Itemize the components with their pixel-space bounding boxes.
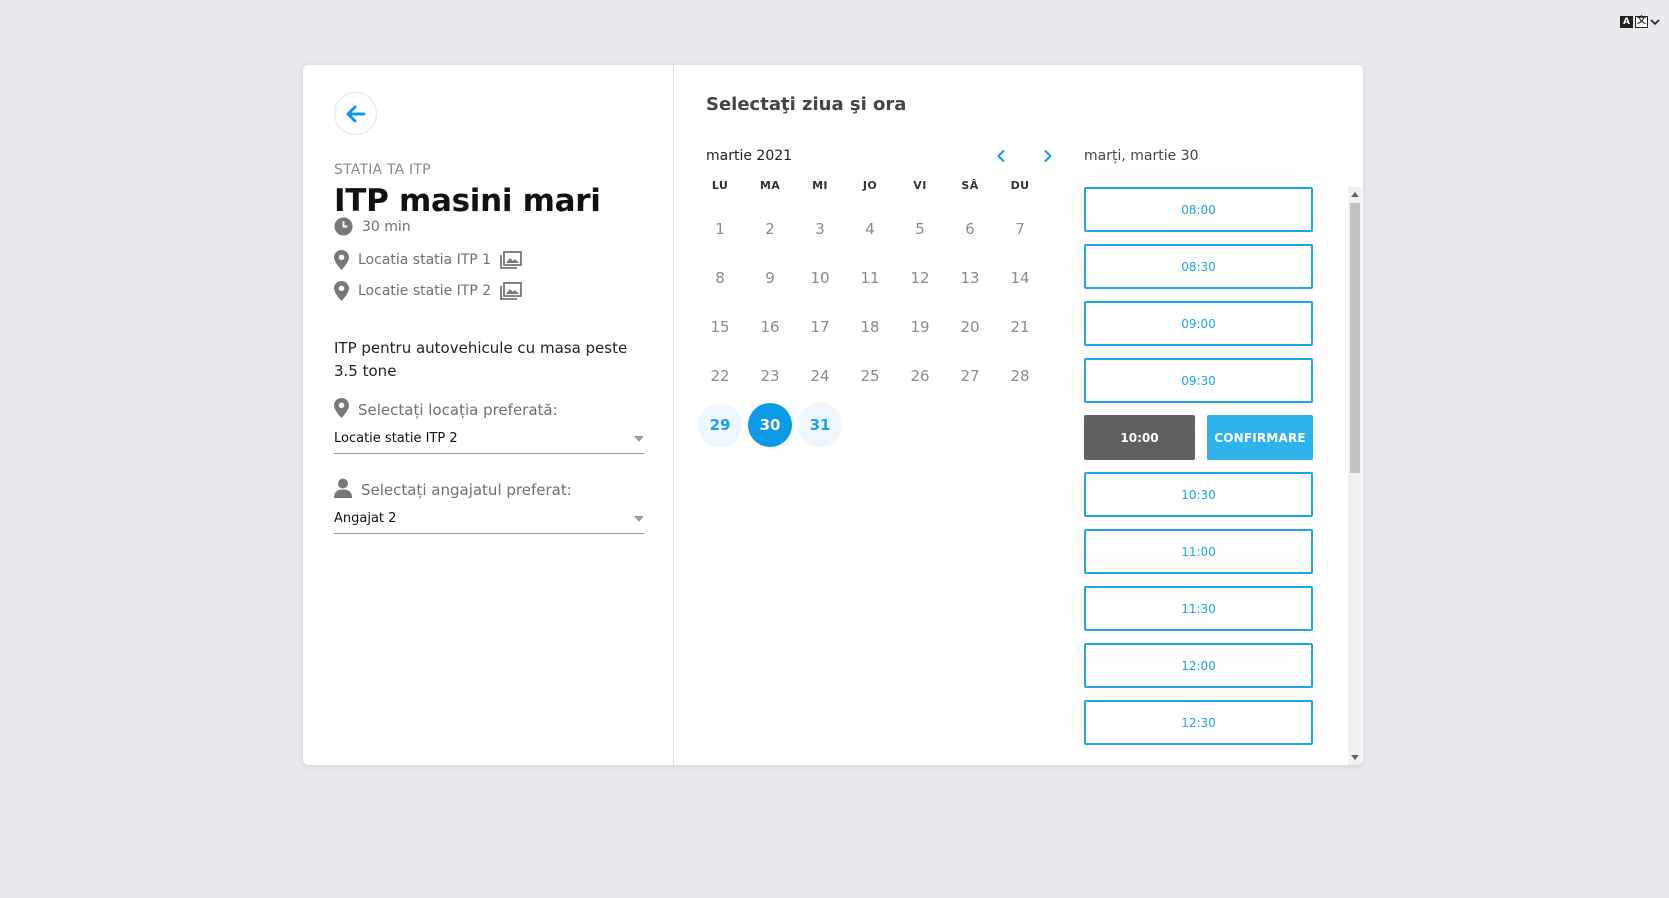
language-icon-a: A [1620,16,1633,28]
selected-date-label: marți, martie 30 [1084,148,1199,164]
weekday-header: LU [711,179,729,192]
time-slot-button[interactable]: 08:00 [1084,187,1313,232]
calendar-day: 2 [765,220,775,238]
calendar-day: 3 [815,220,825,238]
location-row: Locatia statia ITP 1 [334,250,522,270]
chevron-down-icon [1650,19,1660,26]
booking-card: STATIA TA ITP ITP masini mari 30 min Loc… [303,65,1363,765]
arrow-left-icon [346,105,365,122]
map-pin-icon [334,250,349,270]
month-label: martie 2021 [706,148,793,164]
time-slot-button[interactable]: 08:30 [1084,244,1313,289]
calendar-day: 4 [865,220,875,238]
calendar-day[interactable]: 29 [698,403,742,447]
next-month-button[interactable] [1038,146,1058,166]
user-icon [334,478,352,502]
calendar-day: 6 [965,220,975,238]
gallery-icon[interactable] [500,282,523,300]
calendar-day: 26 [910,367,930,385]
calendar-day: 23 [760,367,780,385]
gallery-icon[interactable] [500,251,522,269]
calendar-day: 11 [860,269,880,287]
weekday-header: VI [913,179,927,192]
section-title: Selectaţi ziua şi ora [706,94,907,115]
calendar-day: 24 [810,367,830,385]
selected-time-slot[interactable]: 10:00 [1084,415,1195,460]
weekday-header: DU [1010,179,1030,192]
scroll-up-arrow-icon[interactable] [1351,192,1359,197]
location-1-text: Locatia statia ITP 1 [358,252,492,268]
calendar-day: 25 [860,367,880,385]
duration-text: 30 min [362,218,411,235]
employee-select-value: Angajat 2 [334,511,397,526]
calendar-day: 5 [915,220,925,238]
provider-eyebrow: STATIA TA ITP [334,162,431,178]
time-slot-button[interactable]: 12:30 [1084,700,1313,745]
location-field-label: Selectați locația preferată: [334,398,558,422]
service-description: ITP pentru autovehicule cu masa peste 3.… [334,339,628,380]
time-slot-button[interactable]: 10:30 [1084,472,1313,517]
calendar-day: 21 [1010,318,1030,336]
location-2-text: Locatie statie ITP 2 [358,283,492,299]
calendar-day: 8 [715,269,725,287]
calendar-day: 18 [860,318,880,336]
calendar-day: 7 [1015,220,1025,238]
map-pin-icon [334,398,349,422]
employee-field-label: Selectați angajatul preferat: [334,478,572,502]
calendar-day: 10 [810,269,830,287]
location-row: Locatie statie ITP 2 [334,281,523,301]
calendar-day: 27 [960,367,980,385]
location-field-label-text: Selectați locația preferată: [358,401,558,419]
caret-down-icon [634,435,644,442]
time-slot-button[interactable]: 12:00 [1084,643,1313,688]
location-select[interactable]: Locatie statie ITP 2 [334,424,644,454]
calendar-day[interactable]: 31 [798,403,842,447]
calendar-day: 1 [715,220,725,238]
scroll-down-arrow-icon[interactable] [1351,755,1359,760]
calendar-day: 13 [960,269,980,287]
employee-field-label-text: Selectați angajatul preferat: [361,481,572,499]
caret-down-icon [634,515,644,522]
location-select-value: Locatie statie ITP 2 [334,431,458,446]
calendar-day: 19 [910,318,930,336]
calendar-day: 28 [1010,367,1030,385]
time-slot-button[interactable]: 09:00 [1084,301,1313,346]
clock-icon [334,217,353,236]
calendar-day: 15 [710,318,730,336]
language-icon-translate: 文 [1635,16,1648,28]
scheduler-panel: Selectaţi ziua şi ora martie 2021 LU MA MI… [675,65,1363,765]
calendar-day: 14 [1010,269,1030,287]
time-slot-button[interactable]: 11:30 [1084,586,1313,631]
provider-panel: STATIA TA ITP ITP masini mari 30 min Loc… [303,65,674,765]
weekday-header: SÂ [961,179,979,192]
weekday-header: MA [759,179,781,192]
duration-row: 30 min [334,217,411,236]
calendar-day: 22 [710,367,730,385]
time-slot-list[interactable]: 08:00 08:30 09:00 09:30 10:00 CONFIRMARE 10:30… [1084,187,1324,765]
map-pin-icon [334,281,349,301]
language-switch[interactable]: A 文 [1620,16,1660,28]
back-button[interactable] [334,92,377,135]
confirm-button[interactable]: CONFIRMARE [1207,415,1313,460]
slots-scrollbar[interactable] [1348,187,1362,765]
time-slot-button[interactable]: 11:00 [1084,529,1313,574]
calendar-day[interactable]: 30 [748,403,792,447]
weekday-header: MI [812,179,828,192]
weekday-header: JO [862,179,878,192]
calendar-day: 20 [960,318,980,336]
calendar-day: 9 [765,269,775,287]
prev-month-button[interactable] [991,146,1011,166]
calendar-day: 12 [910,269,930,287]
scrollbar-thumb[interactable] [1350,203,1360,473]
chevron-left-icon [997,149,1005,163]
calendar-day: 16 [760,318,780,336]
chevron-right-icon [1044,149,1052,163]
service-title: ITP masini mari [334,183,601,219]
employee-select[interactable]: Angajat 2 [334,504,644,534]
time-slot-button[interactable]: 09:30 [1084,358,1313,403]
calendar-day: 17 [810,318,830,336]
